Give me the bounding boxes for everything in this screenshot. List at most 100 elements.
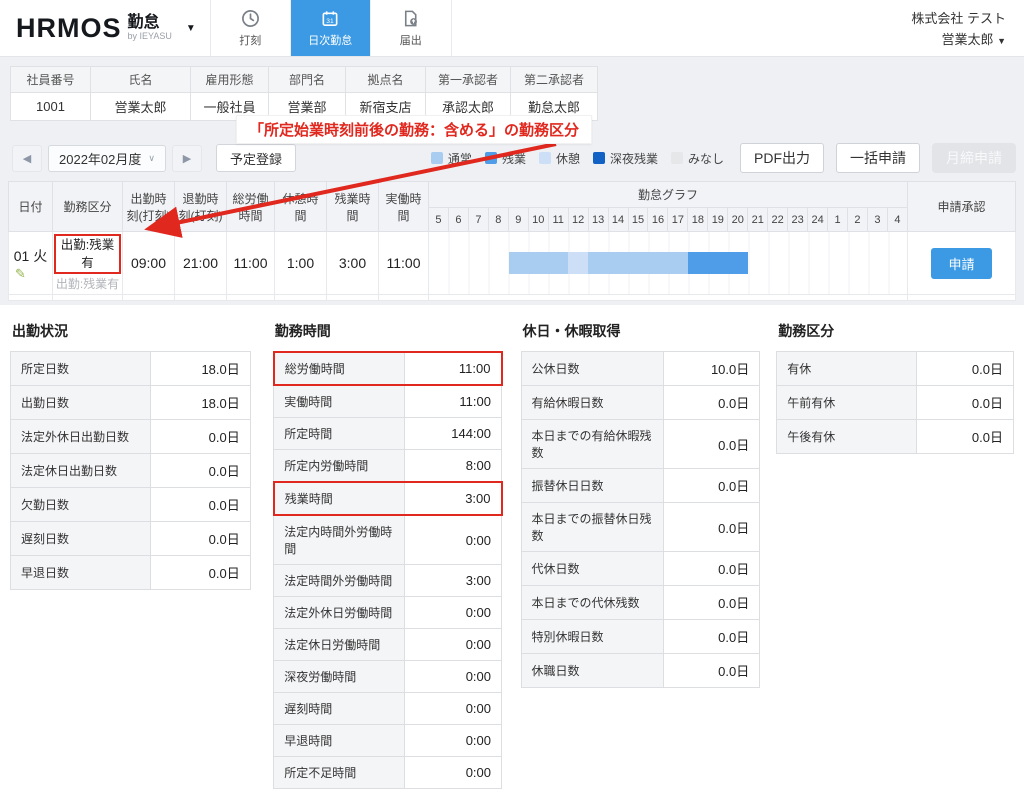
content-area: 社員番号 氏名 雇用形態 部門名 拠点名 第一承認者 第二承認者 1001 営業… [0,57,1024,805]
attendance-status-table: 所定日数18.0日 出勤日数18.0日 法定外休日出勤日数0.0日 法定休日出勤… [10,351,251,590]
legend-item-overtime: 残業 [485,150,526,167]
clock-icon [241,9,260,29]
table-row: 法定外休日出勤日数0.0日 [11,420,251,454]
month-label: 2022年02月度 [59,149,141,168]
table-row: 有休0.0日 [777,352,1014,386]
approval-cell: 申請 [908,232,1016,295]
table-row: 有給休暇日数0.0日 [521,386,760,420]
legend-item-deemed: みなし [671,150,724,167]
table-row: 法定休日出勤日数0.0日 [11,454,251,488]
toolbar: ◀ 2022年02月度 ∨ ▶ 予定登録 通常 残業 休憩 深夜残業 みなし P… [12,143,1016,173]
date-label: 01 火 [14,248,47,264]
apply-button[interactable]: 申請 [931,248,991,279]
work-categories-table: 有休0.0日 午前有休0.0日 午後有休0.0日 [776,351,1014,454]
work-type-cell: 出勤:残業有 出勤:残業有 [53,232,123,295]
main-nav: 打刻 31 日次勤怠 届出 [210,0,452,56]
table-row: 実働時間11:00 [274,385,502,418]
col-header: 氏名 [91,67,191,93]
break-hours-cell: 1:00 [275,232,327,295]
schedule-register-button[interactable]: 予定登録 [216,144,296,172]
user-menu-caret-icon: ▼ [997,36,1006,46]
work-hours-table: 総労働時間11:00 実働時間11:00 所定時間144:00 所定内労働時間8… [273,351,503,789]
attendance-day-row: 01 火 ✎ 出勤:残業有 出勤:残業有 09:00 21:00 11:00 1… [9,232,1016,295]
table-row: 代休日数0.0日 [521,552,760,586]
pdf-export-button[interactable]: PDF出力 [740,143,824,173]
actual-hours-cell: 11:00 [379,232,429,295]
legend-item-late-night: 深夜残業 [593,150,658,167]
legend-chip-break [539,152,551,164]
table-row-highlighted: 残業時間3:00 [274,482,502,515]
col-header-clock-in: 出勤時刻(打刻) [123,182,175,232]
section-title: 勤務区分 [778,321,1014,341]
date-cell: 01 火 ✎ [9,232,53,295]
table-row: 特別休暇日数0.0日 [521,620,760,654]
product-name: 勤怠 [128,15,172,32]
logo-menu-caret-icon[interactable]: ▼ [186,23,196,34]
col-header-date: 日付 [9,182,53,232]
col-header-break: 休憩時間 [275,182,327,232]
col-header-actual: 実働時間 [379,182,429,232]
table-row: 法定時間外労働時間3:00 [274,565,502,597]
app-window: HRMOS 勤怠 by IEYASU ▼ 打刻 31 日次勤怠 [0,0,1024,697]
section-title: 出勤状況 [12,321,251,341]
table-row: 本日までの振替休日残数0.0日 [521,503,760,552]
table-row-highlighted: 総労働時間11:00 [274,352,502,385]
table-row: 本日までの代休残数0.0日 [521,586,760,620]
next-row-partial [9,295,1016,301]
company-name: 株式会社 テスト [911,8,1006,29]
table-row: 休職日数0.0日 [521,654,760,688]
account-area: 株式会社 テスト 営業太郎 ▼ [911,0,1024,56]
graph-segment-通常 [588,252,688,274]
clock-out-cell: 21:00 [175,232,227,295]
graph-segment-残業 [688,252,748,274]
document-upload-icon [401,9,420,29]
col-header: 第一承認者 [426,67,511,93]
table-row: 所定時間144:00 [274,418,502,450]
logo: HRMOS 勤怠 by IEYASU ▼ [0,0,210,56]
tab-label: 日次勤怠 [308,32,352,48]
prev-month-button[interactable]: ◀ [12,145,42,172]
attendance-table: 日付 勤務区分 出勤時刻(打刻) 退勤時刻(打刻) 総労働時間 休憩時間 残業時… [8,181,1016,301]
work-hours-section: 勤務時間 総労働時間11:00 実働時間11:00 所定時間144:00 所定内… [273,319,503,789]
overtime-hours-cell: 3:00 [327,232,379,295]
col-header-approval: 申請承認 [908,182,1016,232]
attendance-status-section: 出勤状況 所定日数18.0日 出勤日数18.0日 法定外休日出勤日数0.0日 法… [10,319,251,590]
table-row: 所定内労働時間8:00 [274,450,502,483]
month-selector[interactable]: 2022年02月度 ∨ [48,145,166,172]
edit-pencil-icon[interactable]: ✎ [9,267,52,280]
table-row: 早退日数0.0日 [11,556,251,590]
user-menu[interactable]: 営業太郎 ▼ [911,29,1006,50]
table-row: 振替休日日数0.0日 [521,469,760,503]
table-row: 欠勤日数0.0日 [11,488,251,522]
employee-info-table: 社員番号 氏名 雇用形態 部門名 拠点名 第一承認者 第二承認者 1001 営業… [10,66,598,121]
table-row: 早退時間0:00 [274,725,502,757]
total-hours-cell: 11:00 [227,232,275,295]
legend-item-normal: 通常 [431,150,472,167]
table-row: 遅刻日数0.0日 [11,522,251,556]
tab-report[interactable]: 届出 [371,0,451,56]
employee-name: 営業太郎 [91,93,191,121]
holidays-table: 公休日数10.0日 有給休暇日数0.0日 本日までの有給休暇残数0.0日 振替休… [521,351,761,688]
monthly-summary-panel: 出勤状況 所定日数18.0日 出勤日数18.0日 法定外休日出勤日数0.0日 法… [0,305,1024,805]
clock-in-cell: 09:00 [123,232,175,295]
chevron-down-icon: ∨ [148,153,155,164]
col-header-clock-out: 退勤時刻(打刻) [175,182,227,232]
table-row: 公休日数10.0日 [521,352,760,386]
tab-daily-attendance[interactable]: 31 日次勤怠 [291,0,371,56]
col-header: 拠点名 [346,67,426,93]
user-name: 営業太郎 [941,32,993,47]
legend-chip-deemed [671,152,683,164]
table-row: 出勤日数18.0日 [11,386,251,420]
bulk-apply-button[interactable]: 一括申請 [836,143,920,173]
table-row: 遅刻時間0:00 [274,693,502,725]
legend-chip-overtime [485,152,497,164]
table-row: 深夜労働時間0:00 [274,661,502,693]
table-row: 所定日数18.0日 [11,352,251,386]
work-type-value-highlighted: 出勤:残業有 [54,234,121,274]
next-month-button[interactable]: ▶ [172,145,202,172]
col-header-work-type: 勤務区分 [53,182,123,232]
table-row: 法定外休日労働時間0:00 [274,597,502,629]
col-header-total: 総労働時間 [227,182,275,232]
brand-byline: by IEYASU [128,32,172,41]
tab-clock-in[interactable]: 打刻 [211,0,291,56]
